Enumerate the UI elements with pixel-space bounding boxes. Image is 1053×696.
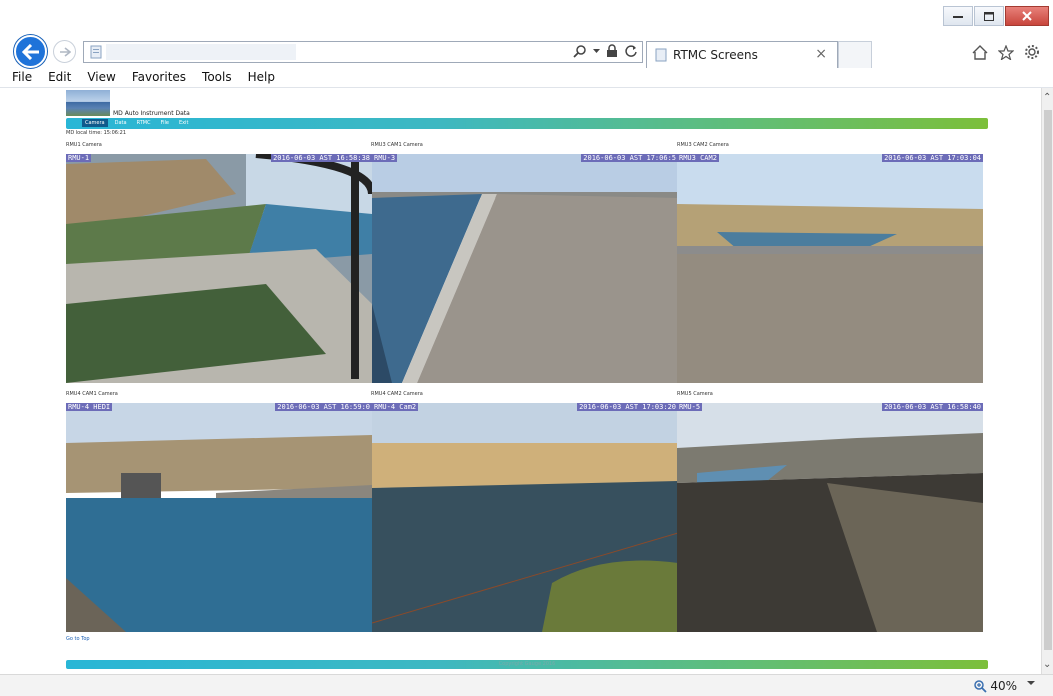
camera-image-rmu4-cam2[interactable]: RMU-4 Cam2 2016-06-03 AST 17:03:20 — [372, 403, 678, 632]
local-time: MD local time: 15:06:21 — [66, 130, 127, 136]
camera-id-overlay: RMU-5 — [677, 403, 703, 411]
menu-favorites[interactable]: Favorites — [124, 68, 194, 87]
camera-timestamp-overlay: 2016-06-03 AST 17:03:04 — [882, 154, 983, 162]
menu-view[interactable]: View — [79, 68, 123, 87]
status-bar: 40% — [0, 674, 1053, 696]
camera-scene — [677, 154, 983, 383]
camera-scene — [66, 403, 372, 632]
forward-button[interactable] — [53, 40, 76, 63]
camera-label: RMU4 CAM2 Camera — [371, 391, 423, 397]
camera-id-overlay: RMU-3 — [372, 154, 398, 162]
window-controls — [943, 6, 1049, 26]
camera-id-overlay: RMU-1 — [66, 154, 92, 162]
camera-id-overlay: RMU3 CAM2 — [677, 154, 719, 162]
camera-scene — [66, 154, 372, 383]
footer-text: Copyright Gauge 2016 — [498, 661, 556, 667]
toolbar-icons — [971, 43, 1041, 61]
site-logo — [66, 90, 110, 116]
menu-bar: File Edit View Favorites Tools Help — [0, 68, 1053, 88]
camera-image-rmu3-cam2[interactable]: RMU3 CAM2 2016-06-03 AST 17:03:04 — [677, 154, 983, 383]
menu-tools[interactable]: Tools — [194, 68, 240, 87]
forward-arrow-icon — [59, 46, 71, 57]
page-icon — [90, 45, 102, 59]
minimize-button[interactable] — [943, 6, 973, 26]
camera-label: RMU3 CAM2 Camera — [677, 142, 729, 148]
search-icon[interactable] — [573, 44, 587, 58]
camera-image-rmu1[interactable]: RMU-1 2016-06-03 AST 16:58:38 — [66, 154, 372, 383]
zoom-control[interactable]: 40% — [974, 679, 1017, 693]
camera-timestamp-overlay: 2016-06-03 AST 16:58:38 — [271, 154, 372, 162]
title-bar — [0, 0, 1053, 34]
menu-edit[interactable]: Edit — [40, 68, 79, 87]
camera-label: RMU4 CAM1 Camera — [66, 391, 118, 397]
browser-tab[interactable]: RTMC Screens × — [646, 41, 838, 68]
tab-title: RTMC Screens — [673, 48, 758, 62]
back-arrow-icon — [21, 43, 39, 60]
settings-button[interactable] — [1023, 43, 1041, 61]
camera-label: RMU5 Camera — [677, 391, 713, 397]
nav-data[interactable]: Data — [112, 119, 130, 127]
tab-page-icon — [655, 48, 667, 62]
go-to-top-link[interactable]: Go to Top — [66, 636, 90, 642]
scroll-up-icon[interactable]: ⌃ — [1043, 92, 1051, 103]
nav-exit[interactable]: Exit — [176, 119, 191, 127]
camera-scene — [372, 403, 678, 632]
camera-timestamp-overlay: 2016-06-03 AST 16:59:0 — [275, 403, 372, 411]
camera-scene — [372, 154, 678, 383]
refresh-icon[interactable] — [624, 44, 638, 58]
address-bar — [83, 41, 643, 63]
maximize-button[interactable] — [974, 6, 1004, 26]
navigation-bar: RTMC Screens × — [0, 34, 1053, 68]
camera-id-overlay: RMU-4 HEDI — [66, 403, 113, 411]
site-nav-strip — [66, 118, 988, 129]
camera-image-rmu3-cam1[interactable]: RMU-3 2016-06-03 AST 17:06:5 — [372, 154, 678, 383]
favorites-button[interactable] — [997, 43, 1015, 61]
minimize-icon — [953, 16, 963, 18]
camera-timestamp-overlay: 2016-06-03 AST 16:58:40 — [882, 403, 983, 411]
footer-strip: Copyright Gauge 2016 — [66, 660, 988, 669]
camera-timestamp-overlay: 2016-06-03 AST 17:03:20 — [577, 403, 678, 411]
menu-help[interactable]: Help — [240, 68, 283, 87]
camera-label: RMU1 Camera — [66, 142, 102, 148]
menu-file[interactable]: File — [4, 68, 40, 87]
scroll-down-icon[interactable]: ⌄ — [1043, 659, 1051, 670]
camera-image-rmu4-cam1[interactable]: RMU-4 HEDI 2016-06-03 AST 16:59:0 — [66, 403, 372, 632]
address-input[interactable] — [106, 44, 296, 60]
site-title: MD Auto Instrument Data — [113, 110, 190, 117]
gear-icon — [1025, 45, 1039, 59]
home-button[interactable] — [971, 43, 989, 61]
maximize-icon — [984, 11, 994, 21]
scrollbar-thumb[interactable] — [1044, 110, 1052, 650]
address-tools — [573, 44, 638, 58]
star-icon — [998, 44, 1014, 60]
nav-rtmc[interactable]: RTMC — [134, 119, 154, 127]
page-viewport: MD Auto Instrument Data Camera Data RTMC… — [0, 88, 1041, 674]
camera-label: RMU3 CAM1 Camera — [371, 142, 423, 148]
lock-icon[interactable] — [606, 44, 618, 58]
vertical-scrollbar[interactable]: ⌃ ⌄ — [1041, 88, 1053, 674]
home-icon — [972, 44, 988, 60]
tab-close-button[interactable]: × — [815, 46, 827, 62]
zoom-level: 40% — [990, 679, 1017, 693]
chevron-down-icon[interactable] — [1027, 680, 1035, 686]
new-tab-button[interactable] — [838, 41, 872, 68]
camera-timestamp-overlay: 2016-06-03 AST 17:06:5 — [581, 154, 678, 162]
nav-camera[interactable]: Camera — [82, 119, 108, 127]
nav-file[interactable]: File — [158, 119, 172, 127]
back-button[interactable] — [14, 35, 47, 68]
close-window-button[interactable] — [1005, 6, 1049, 26]
camera-scene — [677, 403, 983, 632]
site-nav: Camera Data RTMC File Exit — [82, 119, 191, 127]
zoom-icon — [974, 679, 987, 693]
camera-image-rmu5[interactable]: RMU-5 2016-06-03 AST 16:58:40 — [677, 403, 983, 632]
chevron-down-icon[interactable] — [593, 48, 600, 54]
browser-window: RTMC Screens × File Edit View Favorites … — [0, 0, 1053, 696]
camera-id-overlay: RMU-4 Cam2 — [372, 403, 419, 411]
close-icon — [1022, 11, 1032, 21]
